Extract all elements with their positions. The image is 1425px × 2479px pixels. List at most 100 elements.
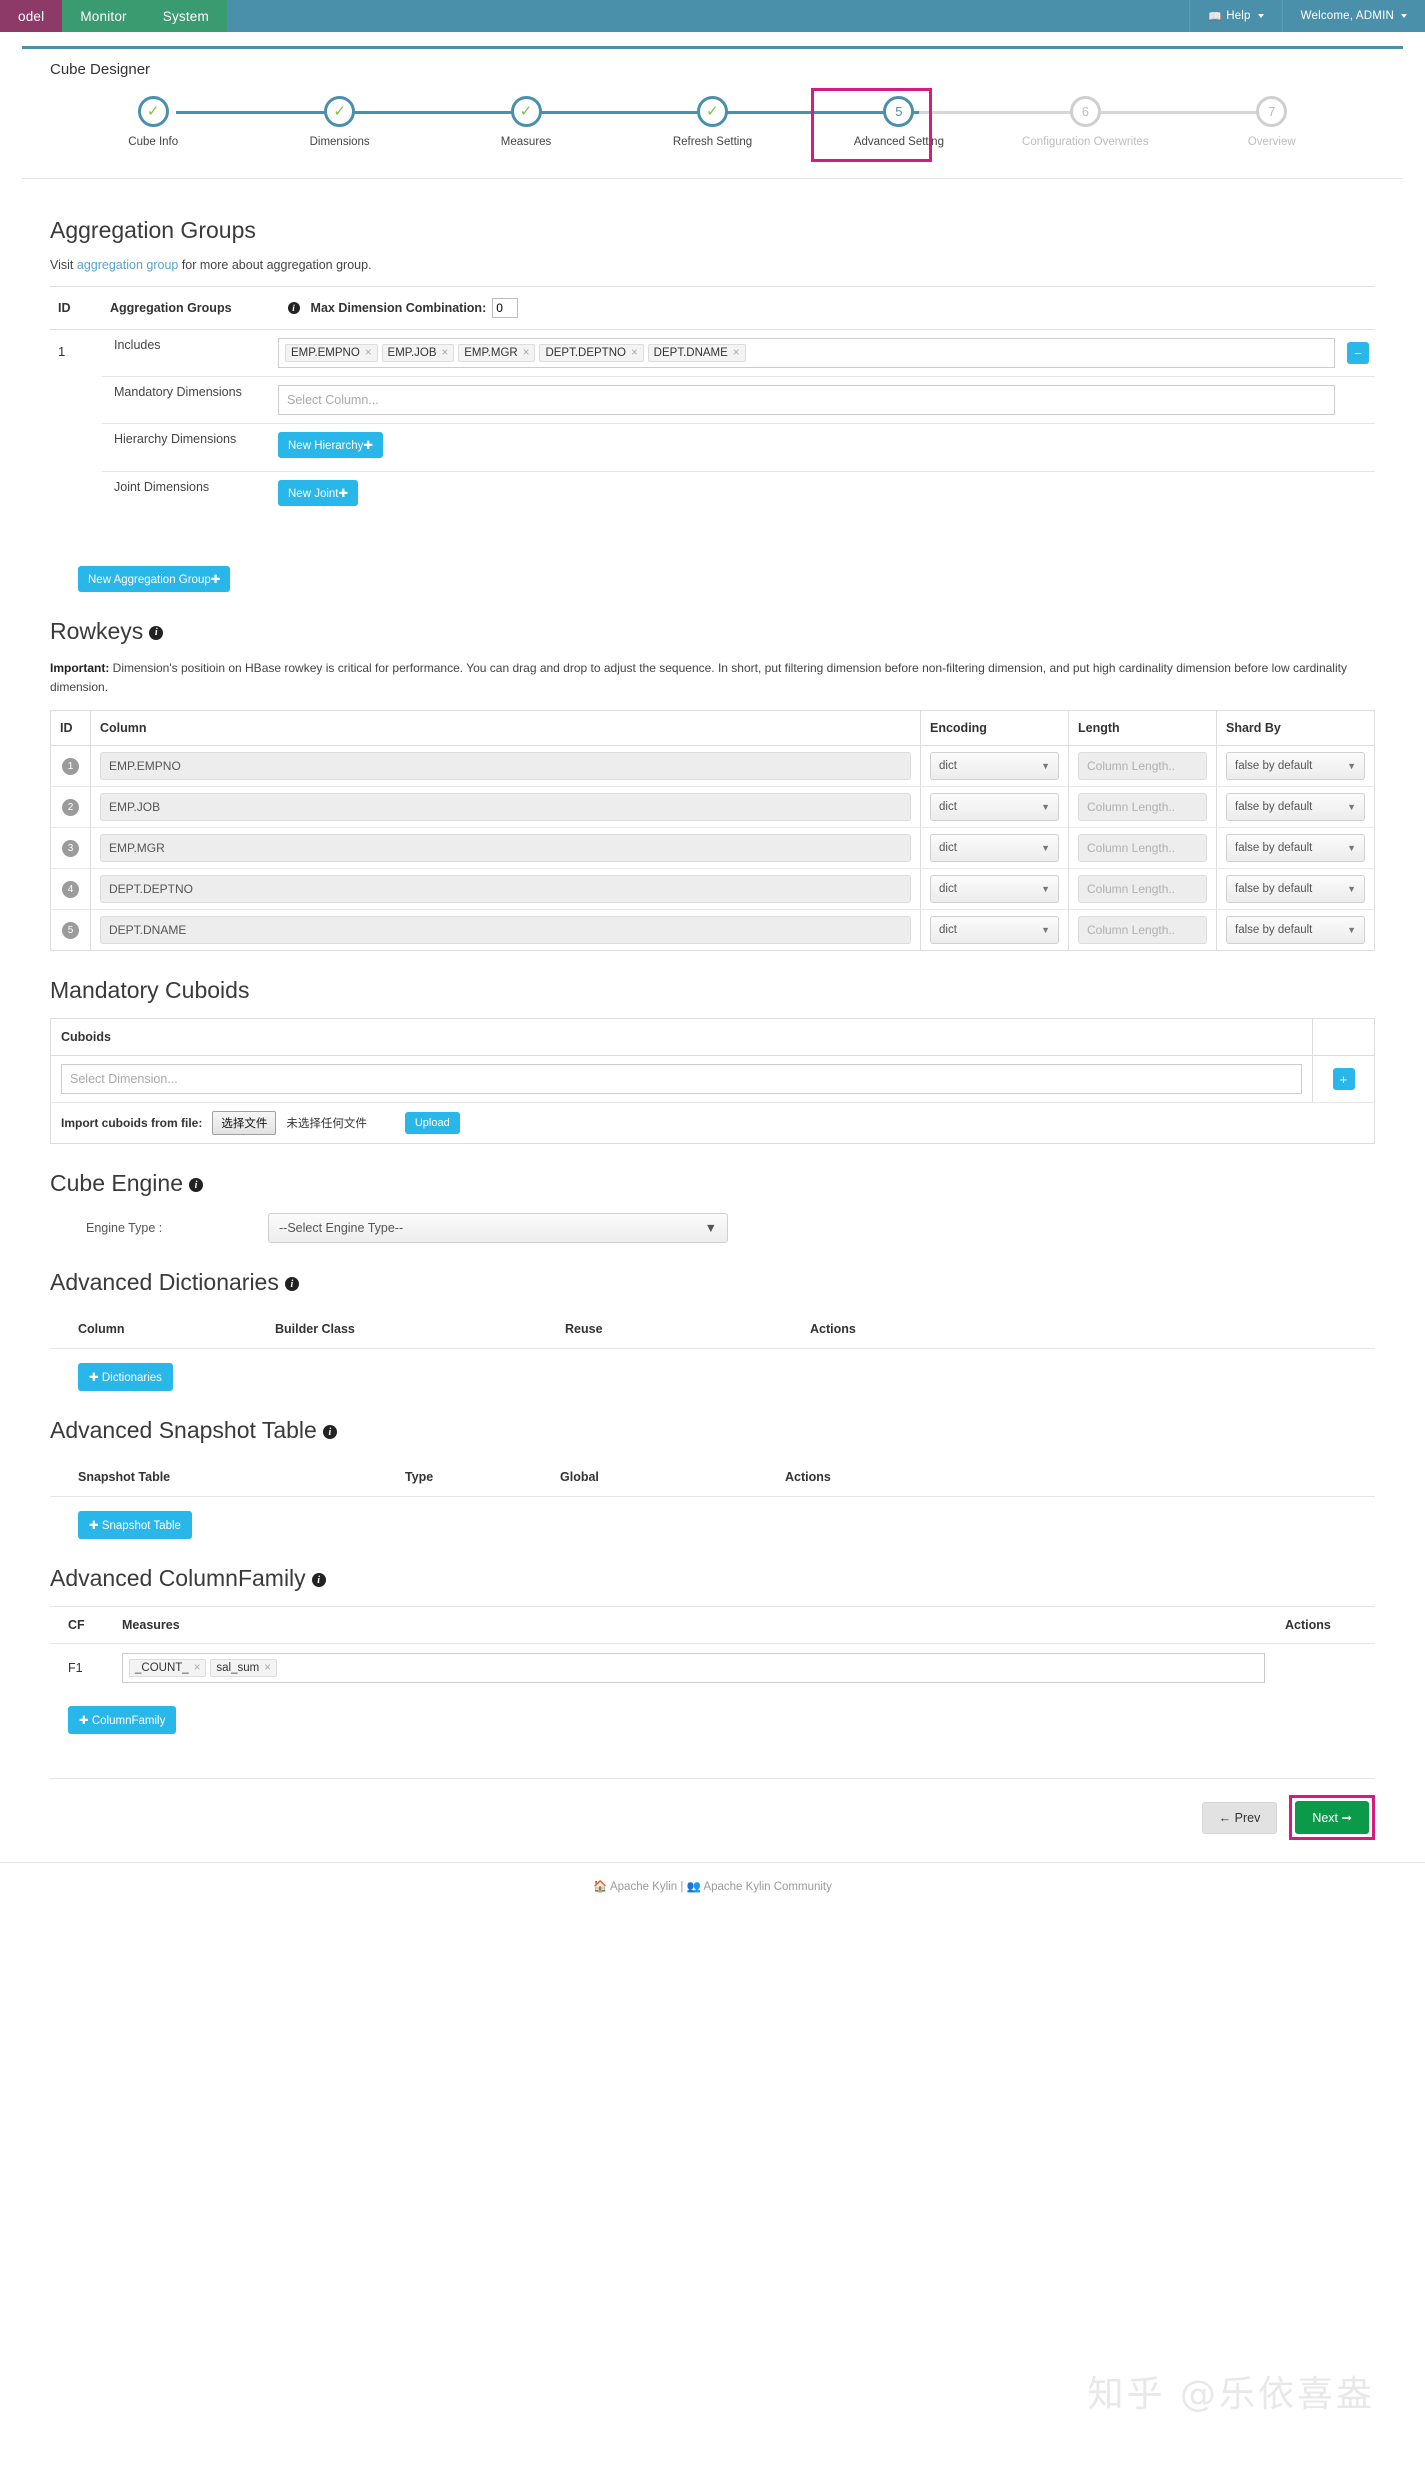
close-icon[interactable]: × — [442, 347, 449, 359]
rowkey-length-field[interactable]: Column Length.. — [1078, 793, 1207, 822]
rowkey-shardby-select[interactable]: false by default ▼ — [1226, 834, 1365, 863]
list-item[interactable]: EMP.JOB × — [381, 344, 455, 362]
table-header-row: Cuboids — [50, 1018, 1375, 1057]
upload-button[interactable]: Upload — [404, 1112, 460, 1135]
wizard-step-refresh-setting[interactable]: ✓ Refresh Setting — [619, 96, 805, 148]
wizard-step-dimensions[interactable]: ✓ Dimensions — [246, 96, 432, 148]
new-hierarchy-button[interactable]: New Hierarchy✚ — [278, 432, 384, 458]
table-row[interactable]: 2 EMP.JOB dict ▼ Column Length.. false by… — [50, 786, 1375, 829]
next-label: Next — [1312, 1811, 1339, 1826]
list-item[interactable]: DEPT.DEPTNO × — [539, 344, 644, 362]
rowkey-length-field[interactable]: Column Length.. — [1078, 752, 1207, 781]
step-number: 7 — [1268, 104, 1276, 119]
wizard-step-overview[interactable]: 7 Overview — [1179, 96, 1365, 148]
includes-tag-input[interactable]: EMP.EMPNO × EMP.JOB × EMP.MGR × DEPT.DEPTNO… — [278, 338, 1335, 368]
add-cuboid-button[interactable]: + — [1332, 1068, 1355, 1091]
prev-button[interactable]: ← Prev — [1201, 1801, 1278, 1834]
nav-item-model[interactable]: odel — [0, 0, 63, 32]
new-joint-button[interactable]: New Joint✚ — [278, 480, 359, 506]
cf-measures-tag-input[interactable]: _COUNT_ × sal_sum × — [122, 1653, 1265, 1684]
table-row[interactable]: 4 DEPT.DEPTNO dict ▼ Column Length.. fals… — [50, 868, 1375, 911]
rowkey-encoding-select[interactable]: dict ▼ — [930, 793, 1059, 822]
aggregation-group-link[interactable]: aggregation group — [77, 258, 178, 272]
footer-separator: | — [680, 1881, 684, 1894]
rowkey-encoding-cell: dict ▼ — [920, 909, 1069, 951]
advanced-columnfamily-heading-text: Advanced ColumnFamily — [50, 1565, 306, 1592]
aggregation-visit-hint: Visit aggregation group for more about a… — [50, 258, 1375, 272]
home-icon: 🏠 — [593, 1881, 608, 1894]
table-row[interactable]: 3 EMP.MGR dict ▼ Column Length.. false by… — [50, 827, 1375, 870]
add-columnfamily-button[interactable]: ✚ ColumnFamily — [68, 1706, 177, 1735]
close-icon[interactable]: × — [733, 347, 740, 359]
rowkey-encoding-select[interactable]: dict ▼ — [930, 752, 1059, 781]
nav-item-system-label: System — [162, 8, 209, 24]
tag-label: DEPT.DNAME — [653, 347, 728, 359]
apache-kylin-community-link[interactable]: Apache Kylin Community — [703, 1881, 831, 1893]
wizard-step-configuration-overwrites[interactable]: 6 Configuration Overwrites — [992, 96, 1178, 148]
rowkey-shardby-select[interactable]: false by default ▼ — [1226, 752, 1365, 781]
table-row[interactable]: 1 EMP.EMPNO dict ▼ Column Length.. false … — [50, 745, 1375, 788]
apache-kylin-link[interactable]: Apache Kylin — [610, 1881, 677, 1893]
mandatory-dimensions-select[interactable]: Select Column... — [278, 385, 1335, 415]
aggregation-group-body: Includes EMP.EMPNO × EMP.JOB × EMP.MGR × DE… — [102, 330, 1375, 514]
table-header-row: ID Aggregation Groups i Max Dimension Co… — [50, 286, 1375, 330]
rowkey-length-field[interactable]: Column Length.. — [1078, 834, 1207, 863]
advanced-dictionaries-table: Column Builder Class Reuse Actions — [50, 1310, 1375, 1350]
wizard-step-cube-info[interactable]: ✓ Cube Info — [60, 96, 246, 148]
cuboids-dimension-select[interactable]: Select Dimension... — [61, 1064, 1302, 1095]
remove-aggregation-group-button[interactable]: − — [1347, 342, 1369, 364]
chevron-down-icon: ▼ — [1041, 802, 1050, 813]
rowkey-encoding-select[interactable]: dict ▼ — [930, 875, 1059, 904]
next-button[interactable]: Next ➞ — [1295, 1801, 1369, 1835]
list-item[interactable]: EMP.MGR × — [458, 344, 536, 362]
rowkey-column-field[interactable]: EMP.JOB — [100, 793, 911, 822]
max-dimension-input[interactable] — [492, 298, 519, 318]
rowkey-encoding-select[interactable]: dict ▼ — [930, 916, 1059, 945]
list-item[interactable]: _COUNT_ × — [129, 1659, 207, 1678]
table-row[interactable]: 5 DEPT.DNAME dict ▼ Column Length.. false… — [50, 909, 1375, 951]
add-dictionaries-button[interactable]: ✚ Dictionaries — [78, 1363, 173, 1392]
rowkey-encoding-select[interactable]: dict ▼ — [930, 834, 1059, 863]
includes-row: Includes EMP.EMPNO × EMP.JOB × EMP.MGR × DE… — [102, 330, 1375, 377]
nav-item-help[interactable]: 📖 Help — [1189, 0, 1281, 32]
engine-type-select[interactable]: --Select Engine Type-- ▼ — [268, 1213, 728, 1244]
rowkey-shardby-select[interactable]: false by default ▼ — [1226, 793, 1365, 822]
remove-group-cell: − — [1341, 330, 1375, 377]
rowkey-column-field[interactable]: DEPT.DNAME — [100, 916, 911, 945]
rowkey-shardby-select[interactable]: false by default ▼ — [1226, 875, 1365, 904]
rowkeys-heading: Rowkeys i — [50, 618, 1375, 645]
nav-item-monitor[interactable]: Monitor — [62, 0, 145, 32]
close-icon[interactable]: × — [365, 347, 372, 359]
step-bullet: ✓ — [510, 96, 542, 127]
nav-item-system[interactable]: System — [144, 0, 227, 32]
rowkey-column-field[interactable]: DEPT.DEPTNO — [100, 875, 911, 904]
nav-item-user-menu[interactable]: Welcome, ADMIN — [1281, 0, 1425, 32]
rowkey-column-field[interactable]: EMP.EMPNO — [100, 752, 911, 781]
chevron-down-icon: ▼ — [1347, 884, 1356, 895]
rowkey-length-field[interactable]: Column Length.. — [1078, 916, 1207, 945]
mandatory-cuboids-table: Cuboids Select Dimension... + Import cub… — [50, 1018, 1375, 1145]
check-icon: ✓ — [333, 103, 346, 120]
rowkeys-heading-text: Rowkeys — [50, 618, 144, 644]
close-icon[interactable]: × — [523, 347, 530, 359]
rowkey-column-field[interactable]: EMP.MGR — [100, 834, 911, 863]
close-icon[interactable]: × — [631, 347, 638, 359]
step-label: Refresh Setting — [672, 136, 753, 148]
list-item[interactable]: EMP.EMPNO × — [285, 344, 378, 362]
rowkey-order-badge: 3 — [62, 839, 79, 857]
new-hierarchy-label: New Hierarchy — [288, 440, 364, 452]
choose-file-button[interactable]: 选择文件 — [212, 1111, 277, 1136]
close-icon[interactable]: × — [194, 1662, 201, 1674]
header-id: ID — [50, 710, 91, 747]
new-joint-label: New Joint — [288, 488, 339, 500]
close-icon[interactable]: × — [264, 1662, 271, 1674]
add-snapshot-table-button[interactable]: ✚ Snapshot Table — [78, 1511, 192, 1540]
list-item[interactable]: DEPT.DNAME × — [647, 344, 746, 362]
rowkey-length-field[interactable]: Column Length.. — [1078, 875, 1207, 904]
wizard-step-measures[interactable]: ✓ Measures — [433, 96, 619, 148]
rowkey-column-cell: EMP.EMPNO — [90, 745, 921, 788]
step-label: Overview — [1247, 136, 1296, 148]
rowkey-shardby-select[interactable]: false by default ▼ — [1226, 916, 1365, 945]
new-aggregation-group-button[interactable]: New Aggregation Group✚ — [78, 566, 231, 592]
list-item[interactable]: sal_sum × — [210, 1659, 277, 1678]
